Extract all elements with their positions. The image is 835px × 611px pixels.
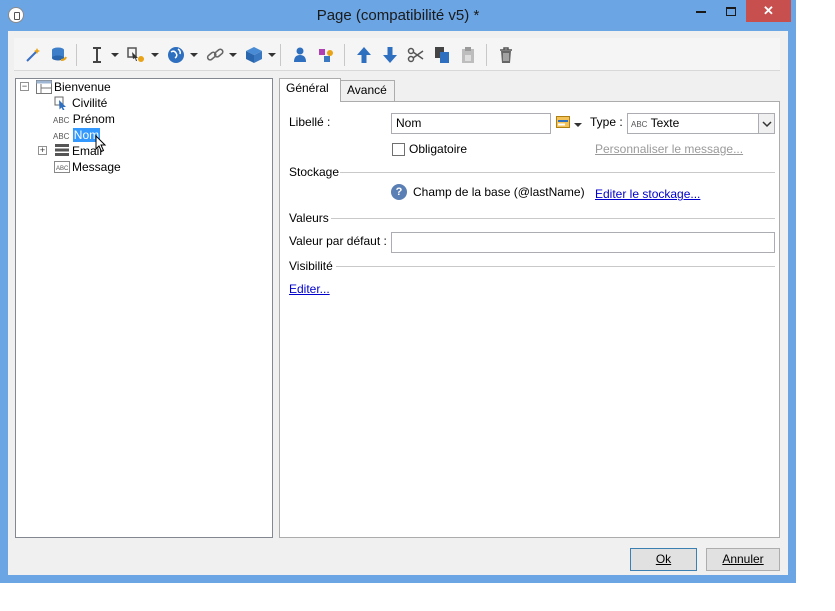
shapes-icon[interactable]: [316, 45, 336, 65]
cut-icon[interactable]: [406, 45, 426, 65]
type-select[interactable]: ABC Texte: [627, 113, 775, 134]
maximize-button[interactable]: [718, 0, 744, 22]
insert-dropdown-icon[interactable]: [111, 53, 119, 57]
tab-content: Libellé : Nom Type : ABC Texte Obligatoi…: [279, 101, 780, 538]
tab-label: Général: [286, 81, 329, 95]
toolbar-separator: [76, 44, 77, 66]
link-dropdown-icon[interactable]: [229, 53, 237, 57]
tree-item-bienvenue[interactable]: Bienvenue: [54, 79, 111, 95]
box-dropdown-icon[interactable]: [268, 53, 276, 57]
toolbar-separator: [280, 44, 281, 66]
box-icon[interactable]: [244, 45, 264, 65]
tree-item-message[interactable]: Message: [72, 159, 121, 175]
champ-base-text: Champ de la base (@lastName): [413, 185, 585, 199]
obligatoire-label: Obligatoire: [409, 142, 468, 156]
editer-visibilite-link[interactable]: Editer...: [289, 282, 330, 296]
text-field-icon: ABC: [53, 132, 70, 141]
tree-item-nom[interactable]: ABC Nom: [53, 127, 101, 143]
field-add-icon[interactable]: [126, 45, 146, 65]
personnaliser-message-link[interactable]: Personnaliser le message...: [595, 142, 743, 156]
type-select-value: Texte: [650, 116, 680, 130]
annuler-label: Annuler: [722, 552, 764, 566]
list-field-icon: [54, 143, 70, 157]
tree-item-label: Prénom: [72, 112, 115, 126]
tab-avance[interactable]: Avancé: [340, 80, 395, 101]
arrow-up-icon[interactable]: [354, 45, 374, 65]
libelle-input[interactable]: Nom: [391, 113, 551, 134]
radio-field-icon: [54, 96, 70, 111]
translate-icon[interactable]: [556, 115, 570, 129]
tab-label: Avancé: [347, 83, 387, 97]
globe-icon[interactable]: [166, 45, 186, 65]
title-bar[interactable]: Page (compatibilité v5) * ✕: [0, 0, 796, 30]
text-field-icon: ABC: [53, 116, 70, 125]
ok-label: Ok: [655, 552, 672, 566]
editer-stockage-link[interactable]: Editer le stockage...: [595, 187, 700, 201]
tree-item-civilite[interactable]: Civilité: [72, 95, 107, 111]
type-label: Type :: [590, 115, 623, 129]
link-icon[interactable]: [205, 45, 225, 65]
annuler-button[interactable]: Annuler: [706, 548, 780, 571]
textarea-field-icon: ABC: [54, 160, 70, 174]
expand-icon[interactable]: +: [38, 146, 47, 155]
tab-general[interactable]: Général: [279, 78, 341, 102]
window-title: Page (compatibilité v5) *: [316, 7, 480, 24]
visibilite-divider: [336, 266, 775, 267]
visibilite-header: Visibilité: [289, 259, 333, 273]
delete-icon[interactable]: [496, 45, 516, 65]
insert-cursor-icon[interactable]: [87, 45, 107, 65]
arrow-down-icon[interactable]: [380, 45, 400, 65]
svg-text:ABC: ABC: [56, 166, 69, 172]
tree-item-label: Bienvenue: [54, 80, 111, 94]
collapse-icon[interactable]: −: [20, 82, 29, 91]
valeur-defaut-input[interactable]: [391, 232, 775, 253]
toolbar-separator: [344, 44, 345, 66]
paste-icon[interactable]: [458, 45, 478, 65]
libelle-label: Libellé :: [289, 115, 331, 129]
tree-panel[interactable]: − Bienvenue Civilité ABC Prénom ABC Nom …: [15, 78, 273, 538]
user-icon[interactable]: [290, 45, 310, 65]
valeurs-divider: [331, 218, 775, 219]
globe-dropdown-icon[interactable]: [190, 53, 198, 57]
help-icon[interactable]: ?: [391, 184, 407, 200]
stockage-header: Stockage: [289, 165, 340, 179]
toolbar-separator: [486, 44, 487, 66]
stockage-divider: [340, 172, 775, 173]
minimize-icon: [696, 10, 706, 13]
translate-dropdown-icon[interactable]: [574, 123, 582, 127]
copy-icon[interactable]: [432, 45, 452, 65]
minimize-button[interactable]: [688, 0, 714, 22]
close-icon: ✕: [763, 3, 774, 18]
tree-item-label: Message: [72, 160, 121, 174]
dialog-window: Page (compatibilité v5) * ✕ − Bienvenue …: [0, 0, 796, 583]
tree-item-prenom[interactable]: ABC Prénom: [53, 111, 115, 127]
close-button[interactable]: ✕: [746, 0, 791, 22]
toolbar: [14, 38, 780, 71]
database-undo-icon[interactable]: [49, 45, 69, 65]
properties-panel: Général Avancé Libellé : Nom Type : ABC …: [279, 78, 780, 538]
text-type-icon: ABC: [631, 120, 648, 129]
ok-button[interactable]: Ok: [630, 548, 697, 571]
mouse-cursor-icon: [95, 134, 107, 156]
maximize-icon: [726, 7, 736, 17]
field-dropdown-icon[interactable]: [151, 53, 159, 57]
obligatoire-checkbox[interactable]: [392, 143, 405, 156]
page-icon: [36, 80, 52, 94]
dialog-body: − Bienvenue Civilité ABC Prénom ABC Nom …: [8, 31, 788, 575]
valeur-defaut-label: Valeur par défaut :: [289, 234, 387, 248]
valeurs-header: Valeurs: [289, 211, 329, 225]
type-dropdown-button[interactable]: [758, 114, 774, 133]
tree-item-label: Civilité: [72, 96, 108, 110]
wizard-icon[interactable]: [23, 45, 43, 65]
